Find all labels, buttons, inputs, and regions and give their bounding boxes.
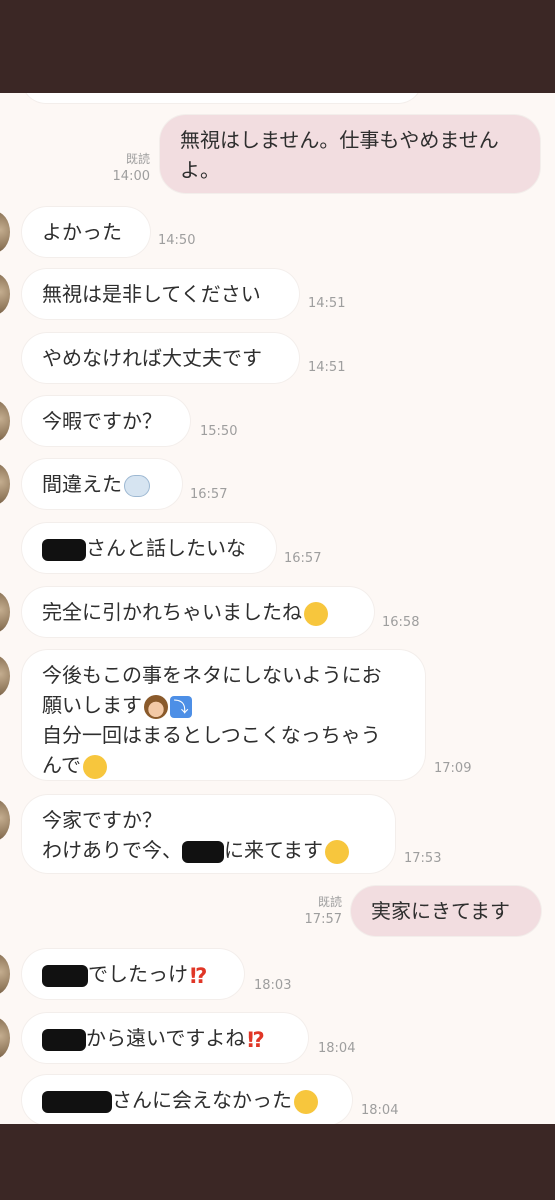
message-bubble-sent[interactable]: 実家にきてます [351,886,541,936]
message-text: 今暇ですか？ [42,409,162,433]
message-text: 願いします [42,693,142,717]
bottom-bar [0,1124,555,1200]
grinning-face-icon [325,839,349,864]
message-time: 16:57 [284,551,322,566]
dash-icon [124,474,150,497]
message-text: 今家ですか？ [42,808,162,832]
message-bubble[interactable]: 今家ですか？ わけありで今、 に来てます [22,795,395,873]
message-bubble[interactable]: さんに会えなかった [22,1075,352,1124]
message-time: 14:51 [308,296,346,311]
message-time: 17:09 [434,761,472,776]
read-receipt: 既読 17:57 [292,894,342,928]
loudly-crying-face-icon [304,601,328,626]
message-text: 間違えた [42,472,122,496]
cut-off-bubble [22,93,422,103]
redacted-place [42,964,88,987]
redacted-name [42,538,86,561]
avatar[interactable] [0,400,10,442]
message-text: 今後もこの事をネタにしないようにお [42,663,382,687]
message-text: 実家にきてます [371,899,510,923]
message-bubble[interactable]: から遠いですよね⁉ [22,1013,308,1063]
message-text: よかった [42,220,122,244]
message-time: 15:50 [200,424,238,439]
avatar[interactable] [0,463,10,505]
message-bubble[interactable]: よかった [22,207,150,257]
message-time: 14:51 [308,360,346,375]
message-text: 無視はしません。仕事もやめません [180,128,499,152]
arrow-curving-down-icon: ⤵ [170,695,192,718]
avatar[interactable] [0,953,10,995]
persevering-face-icon [294,1089,318,1114]
message-time: 18:04 [361,1103,399,1118]
exclamation-question-mark-icon: ⁉ [247,1027,265,1052]
message-bubble[interactable]: でしたっけ⁉ [22,949,244,999]
message-time: 16:58 [382,615,420,630]
message-time: 17:53 [404,851,442,866]
redacted-place [42,1028,86,1051]
message-time: 18:04 [318,1041,356,1056]
message-text: よ。 [180,158,220,182]
message-bubble[interactable]: 無視は是非してください [22,269,299,319]
message-text: 自分一回はまるとしつこくなっちゃう [42,723,381,747]
redacted-name [42,1090,112,1113]
avatar[interactable] [0,211,10,253]
message-text: んで [42,753,81,777]
message-time: 16:57 [190,487,228,502]
avatar[interactable] [0,1017,10,1059]
top-bar [0,0,555,93]
message-text: 完全に引かれちゃいましたね [42,600,302,624]
redacted-place [182,840,224,863]
exclamation-question-mark-icon: ⁉ [190,963,208,988]
avatar[interactable] [0,273,10,315]
message-time: 17:57 [304,912,342,927]
avatar[interactable] [0,591,10,633]
read-receipt: 既読 14:00 [100,151,150,185]
message-time: 14:00 [112,169,150,184]
message-text: に来てます [224,838,323,862]
avatar[interactable] [0,655,10,697]
read-label: 既読 [125,152,150,166]
message-bubble[interactable]: 今後もこの事をネタにしないようにお 願いします ⤵ 自分一回はまるとしつこくなっち… [22,650,425,780]
message-text: さんに会えなかった [112,1088,292,1112]
read-label: 既読 [317,895,342,909]
message-text: から遠いですよね [86,1026,246,1050]
message-text: さんと話したいな [86,536,246,560]
message-time: 14:50 [158,233,196,248]
chat-area[interactable]: 既読 14:00 無視はしません。仕事もやめません よ。 よかった 14:50 … [0,93,555,1124]
avatar[interactable] [0,799,10,841]
person-bowing-icon [144,694,168,719]
message-bubble[interactable]: やめなければ大丈夫です [22,333,299,383]
message-text: 無視は是非してください [42,282,261,306]
message-text: わけありで今、 [42,838,182,862]
message-bubble[interactable]: さんと話したいな [22,523,276,573]
message-bubble-sent[interactable]: 無視はしません。仕事もやめません よ。 [160,115,540,193]
message-text: やめなければ大丈夫です [42,346,262,370]
grinning-face-with-sweat-icon [83,754,107,779]
message-bubble[interactable]: 今暇ですか？ [22,396,190,446]
message-time: 18:03 [254,978,292,993]
message-bubble[interactable]: 間違えた [22,459,182,509]
message-text: でしたっけ [88,962,188,986]
message-bubble[interactable]: 完全に引かれちゃいましたね [22,587,374,637]
